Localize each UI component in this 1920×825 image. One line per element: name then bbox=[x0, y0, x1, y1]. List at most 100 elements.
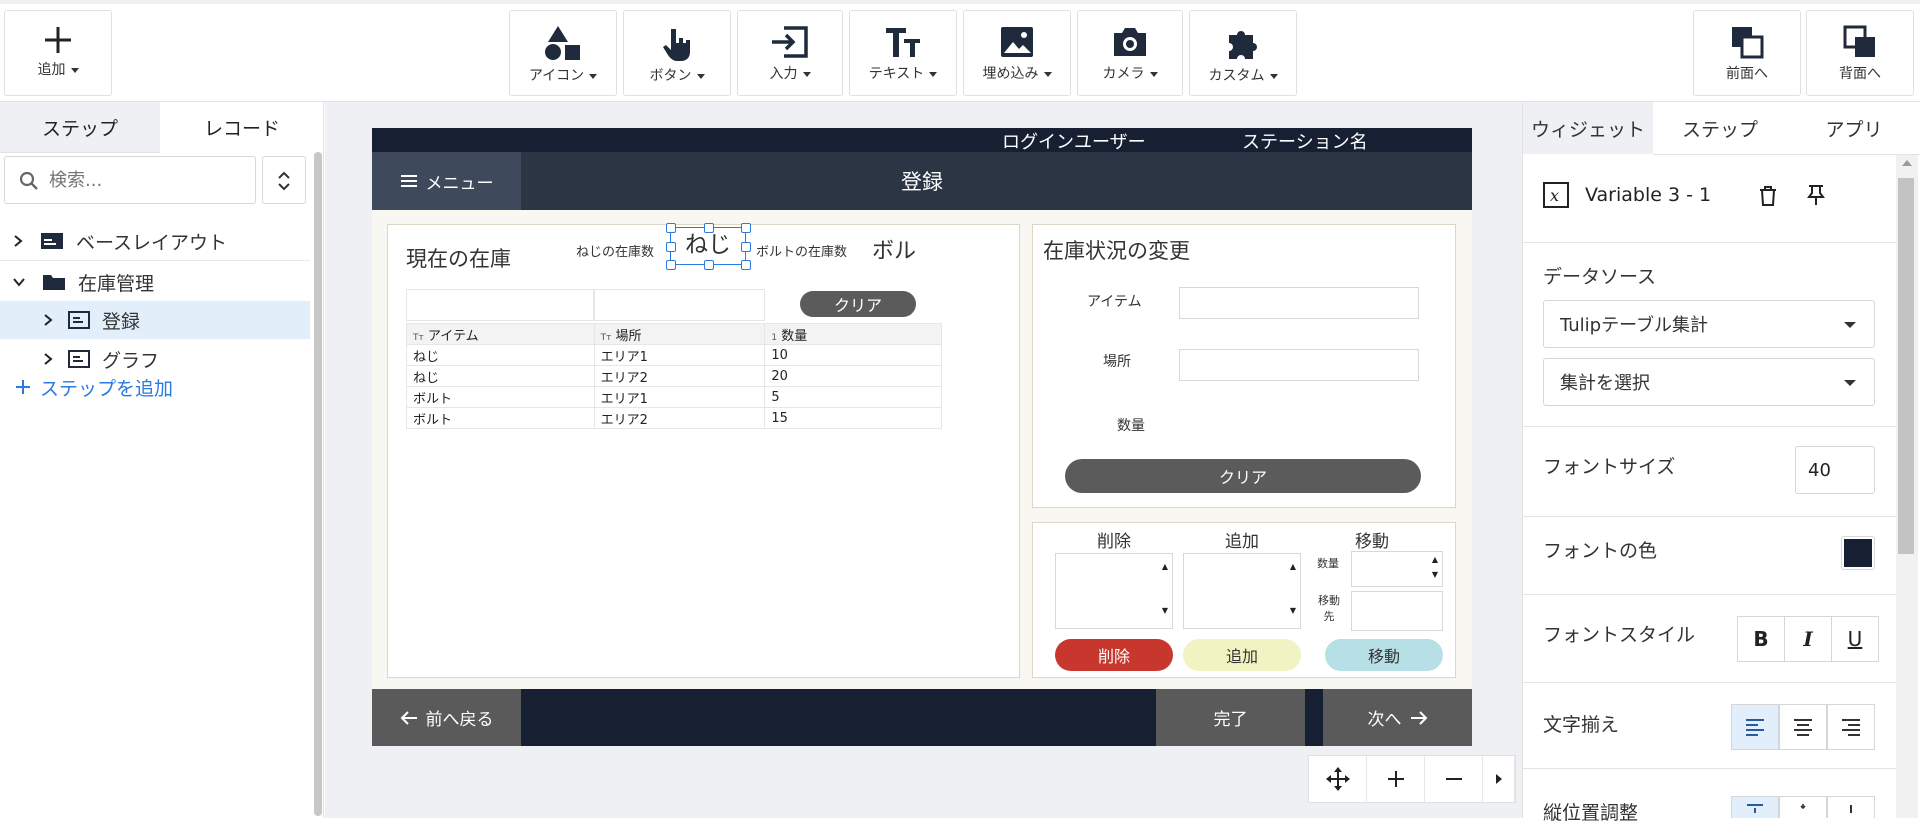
resize-handle[interactable] bbox=[741, 242, 751, 252]
resize-handle[interactable] bbox=[666, 223, 676, 233]
input-widget-button[interactable]: 入力 bbox=[737, 10, 843, 96]
tab-step[interactable]: ステップ bbox=[1653, 102, 1787, 154]
send-to-back-button[interactable]: 背面へ bbox=[1806, 10, 1914, 96]
table-row[interactable]: ねじ エリア2 20 bbox=[406, 365, 942, 387]
inventory-change-panel: 在庫状況の変更 アイテム 場所 数量 クリア bbox=[1032, 224, 1456, 508]
bring-to-front-button[interactable]: 前面へ bbox=[1693, 10, 1801, 96]
resize-handle[interactable] bbox=[666, 260, 676, 270]
valign-bottom-button[interactable] bbox=[1827, 796, 1875, 818]
text-widget-button[interactable]: テキスト bbox=[849, 10, 957, 96]
input-icon bbox=[772, 26, 808, 58]
underline-button[interactable]: U bbox=[1831, 616, 1879, 662]
tab-app[interactable]: アプリ bbox=[1787, 102, 1920, 154]
align-left-button[interactable] bbox=[1731, 704, 1779, 750]
resize-handle[interactable] bbox=[666, 242, 676, 252]
custom-widget-label: カスタム bbox=[1208, 68, 1265, 84]
stepper-down-icon[interactable]: ▼ bbox=[1290, 606, 1296, 615]
tab-records[interactable]: レコード bbox=[162, 102, 322, 152]
stepper-up-icon[interactable]: ▲ bbox=[1432, 555, 1438, 564]
delete-button[interactable]: 削除 bbox=[1055, 639, 1173, 671]
done-button[interactable]: 完了 bbox=[1156, 689, 1305, 746]
font-size-input[interactable] bbox=[1795, 446, 1875, 494]
step-icon bbox=[68, 311, 90, 329]
resize-handle[interactable] bbox=[741, 223, 751, 233]
next-button[interactable]: 次へ bbox=[1323, 689, 1472, 746]
align-right-button[interactable] bbox=[1827, 704, 1875, 750]
button-widget-button[interactable]: ボタン bbox=[623, 10, 731, 96]
left-panel: ステップ レコード ベースレイアウト 在庫管理 登録 グラフ ステップを追加 bbox=[0, 102, 324, 818]
bold-button[interactable]: B bbox=[1737, 616, 1785, 662]
custom-widget-button[interactable]: カスタム bbox=[1189, 10, 1297, 96]
tree-item-inventory[interactable]: 在庫管理 bbox=[0, 263, 310, 301]
tab-widget[interactable]: ウィジェット bbox=[1523, 102, 1653, 154]
table-clear-button[interactable]: クリア bbox=[800, 291, 916, 317]
pin-icon[interactable] bbox=[1807, 184, 1825, 206]
location-input[interactable] bbox=[1179, 349, 1419, 381]
scroll-up-icon[interactable] bbox=[1902, 160, 1912, 166]
expand-controls-button[interactable] bbox=[1483, 756, 1515, 802]
column-header-item[interactable]: Tт アイテム bbox=[406, 323, 595, 345]
image-icon bbox=[1001, 27, 1033, 57]
table-cell: エリア1 bbox=[593, 344, 766, 366]
move-quantity-stepper[interactable]: ▲ ▼ bbox=[1351, 551, 1443, 587]
align-center-button[interactable] bbox=[1779, 704, 1827, 750]
move-destination-input[interactable] bbox=[1351, 591, 1443, 631]
change-clear-button[interactable]: クリア bbox=[1065, 459, 1421, 493]
filter-field-location[interactable] bbox=[594, 289, 765, 321]
zoom-in-button[interactable] bbox=[1367, 756, 1425, 802]
trash-icon[interactable] bbox=[1759, 186, 1777, 206]
column-header-label: 場所 bbox=[615, 328, 642, 344]
stepper-down-icon[interactable]: ▼ bbox=[1432, 570, 1438, 579]
icon-widget-button[interactable]: アイコン bbox=[509, 10, 617, 96]
valign-top-button[interactable] bbox=[1731, 796, 1779, 818]
stepper-down-icon[interactable]: ▼ bbox=[1162, 606, 1168, 615]
move-button[interactable]: 移動 bbox=[1325, 639, 1443, 671]
back-button[interactable]: 前へ戻る bbox=[372, 689, 521, 746]
table-row[interactable]: ボルト エリア1 5 bbox=[406, 386, 942, 408]
font-color-picker[interactable] bbox=[1841, 536, 1875, 570]
column-header-location[interactable]: Tт 場所 bbox=[593, 323, 766, 345]
resize-handle[interactable] bbox=[704, 223, 714, 233]
camera-widget-button[interactable]: カメラ bbox=[1077, 10, 1183, 96]
add-step-link[interactable]: ステップを追加 bbox=[0, 368, 310, 406]
tree-item-base-layout[interactable]: ベースレイアウト bbox=[0, 222, 310, 260]
add-button-action[interactable]: 追加 bbox=[1183, 639, 1301, 671]
italic-icon: I bbox=[1803, 627, 1813, 651]
add-quantity-stepper[interactable]: ▲ ▼ bbox=[1183, 553, 1301, 629]
back-button-label: 前へ戻る bbox=[425, 710, 494, 730]
move-tool-button[interactable] bbox=[1309, 756, 1367, 802]
right-scrollbar-thumb[interactable] bbox=[1898, 178, 1914, 554]
table-row[interactable]: ボルト エリア2 15 bbox=[406, 407, 942, 429]
search-box[interactable] bbox=[4, 156, 256, 204]
stepper-up-icon[interactable]: ▲ bbox=[1290, 562, 1296, 571]
tab-steps[interactable]: ステップ bbox=[0, 102, 160, 152]
screw-stock-variable[interactable]: ねじ bbox=[666, 223, 751, 270]
italic-button[interactable]: I bbox=[1784, 616, 1832, 662]
left-scrollbar[interactable] bbox=[314, 152, 322, 816]
resize-handle[interactable] bbox=[741, 260, 751, 270]
table-row[interactable]: ねじ エリア1 10 bbox=[406, 344, 942, 366]
delete-button-label: 削除 bbox=[1097, 647, 1130, 666]
tree-item-label: 登録 bbox=[102, 310, 141, 333]
font-color-swatch bbox=[1844, 539, 1872, 567]
actions-panel: 削除 追加 移動 ▲ ▼ ▲ ▼ 数量 ▲ ▼ 移動先 削除 追加 移動 bbox=[1032, 522, 1456, 678]
sort-icon bbox=[278, 171, 290, 191]
resize-handle[interactable] bbox=[704, 260, 714, 270]
inventory-panel: 現在の在庫 ねじの在庫数 ねじ ボルトの在庫数 ボル クリア Tт アイテム T… bbox=[387, 223, 1020, 678]
stepper-up-icon[interactable]: ▲ bbox=[1162, 562, 1168, 571]
sort-toggle-button[interactable] bbox=[262, 156, 306, 204]
column-header-quantity[interactable]: 1 数量 bbox=[764, 323, 942, 345]
tree-item-register[interactable]: 登録 bbox=[0, 301, 310, 339]
menu-button[interactable]: メニュー bbox=[372, 152, 521, 210]
delete-quantity-stepper[interactable]: ▲ ▼ bbox=[1055, 553, 1173, 629]
filter-field-item[interactable] bbox=[406, 289, 594, 321]
add-button[interactable]: 追加 bbox=[4, 10, 112, 96]
datasource-select[interactable]: Tulipテーブル集計 bbox=[1543, 300, 1875, 348]
embed-widget-button[interactable]: 埋め込み bbox=[963, 10, 1071, 96]
item-input[interactable] bbox=[1179, 287, 1419, 319]
zoom-out-button[interactable] bbox=[1425, 756, 1483, 802]
valign-middle-button[interactable] bbox=[1779, 796, 1827, 818]
aggregate-select[interactable]: 集計を選択 bbox=[1543, 358, 1875, 406]
search-input[interactable] bbox=[49, 167, 245, 193]
move-qty-label: 数量 bbox=[1317, 557, 1339, 570]
